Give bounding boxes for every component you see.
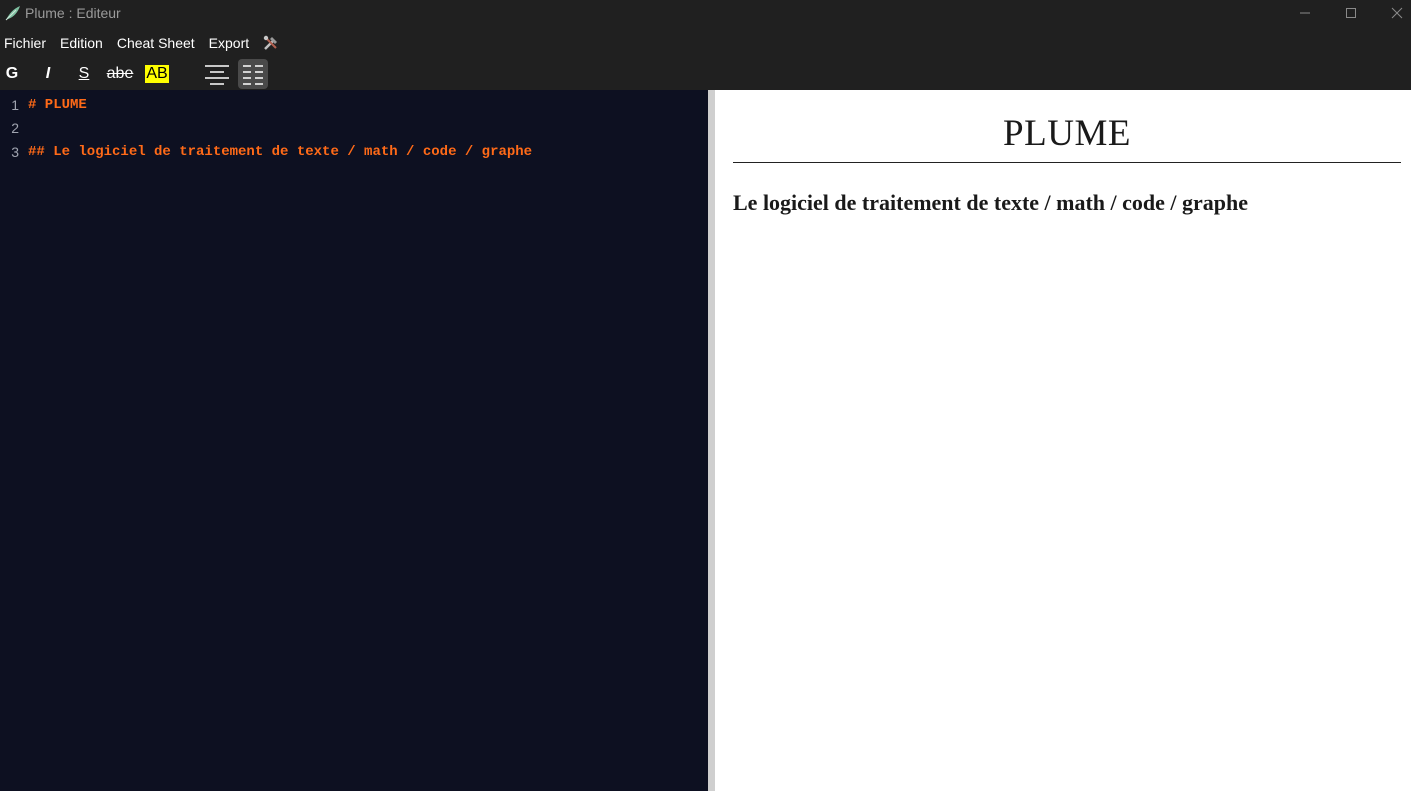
pane-splitter[interactable] [708,90,715,791]
underline-button[interactable]: S [74,59,94,89]
menu-cheat-sheet[interactable]: Cheat Sheet [113,35,202,51]
minimize-icon [1300,12,1310,14]
bold-button[interactable]: G [2,59,22,89]
title-bar: Plume : Editeur [0,0,1411,26]
markdown-editor[interactable]: 1 # PLUME 2 3 ## Le logiciel de traiteme… [0,90,708,791]
close-button[interactable] [1374,0,1411,26]
highlight-button[interactable]: AB [144,59,170,89]
editor-line: 2 [0,117,28,139]
align-justify-icon [243,65,263,85]
maximize-icon [1346,8,1356,18]
editor-line: 1 # PLUME [0,94,87,116]
italic-button[interactable]: I [38,59,58,89]
minimize-button[interactable] [1282,0,1328,26]
preview-heading-1: PLUME [1003,113,1131,154]
window-title: Plume : Editeur [25,5,121,21]
highlight-label: AB [145,65,169,83]
line-number: 3 [11,144,19,160]
strikethrough-button[interactable]: abe [104,59,136,89]
align-justify-button[interactable] [238,59,268,89]
line-number: 1 [11,97,19,113]
align-center-icon [205,65,229,85]
menu-export[interactable]: Export [205,35,256,51]
close-icon [1391,7,1403,19]
line-text: # PLUME [28,97,87,113]
format-toolbar: G I S abe AB [0,59,1411,89]
maximize-button[interactable] [1328,0,1374,26]
feather-icon [5,6,20,21]
menu-edition[interactable]: Edition [56,35,110,51]
align-center-button[interactable] [201,59,233,89]
menu-bar: Fichier Edition Cheat Sheet Export [0,30,280,56]
tools-icon[interactable] [262,34,280,52]
line-number: 2 [11,120,19,136]
preview-heading-2: Le logiciel de traitement de texte / mat… [733,190,1249,215]
preview-pane: PLUME Le logiciel de traitement de texte… [715,90,1411,791]
editor-line: 3 ## Le logiciel de traitement de texte … [0,141,532,163]
line-text: ## Le logiciel de traitement de texte / … [28,144,533,160]
menu-fichier[interactable]: Fichier [0,35,53,51]
heading-rule [733,162,1401,163]
